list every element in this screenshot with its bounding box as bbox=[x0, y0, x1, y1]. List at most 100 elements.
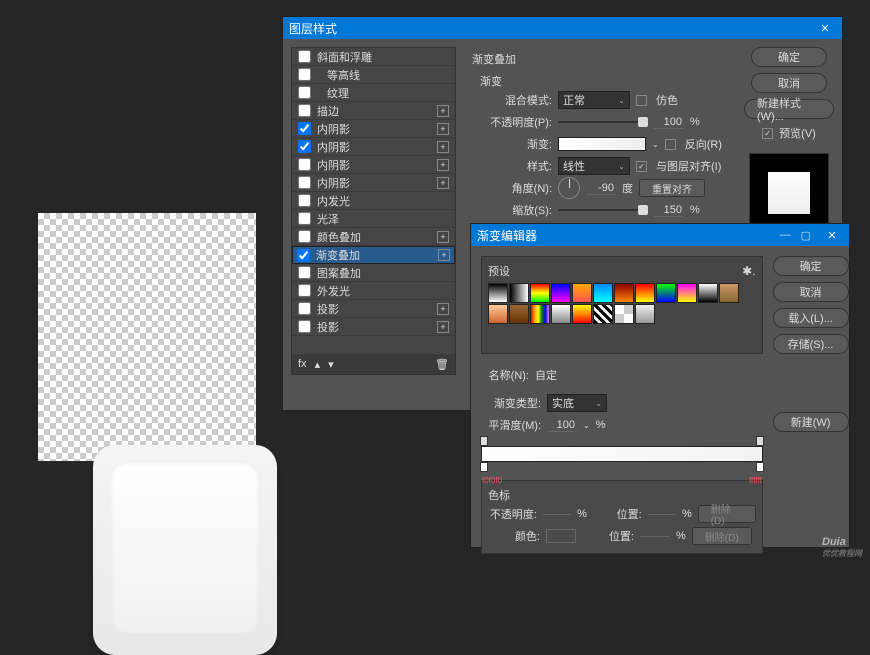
angle-dial[interactable] bbox=[558, 177, 580, 199]
preset-swatch[interactable] bbox=[530, 304, 550, 324]
effect-row[interactable]: 纹理 bbox=[292, 84, 455, 102]
cancel-button[interactable]: 取消 bbox=[751, 73, 827, 93]
preset-swatch[interactable] bbox=[530, 283, 550, 303]
effect-checkbox[interactable] bbox=[298, 158, 311, 171]
effect-row[interactable]: 内阴影+ bbox=[292, 138, 455, 156]
opacity-slider[interactable] bbox=[558, 115, 648, 129]
preset-swatch[interactable] bbox=[593, 283, 613, 303]
effect-row[interactable]: 内阴影+ bbox=[292, 120, 455, 138]
gradient-preview[interactable] bbox=[558, 137, 646, 151]
add-effect-icon[interactable]: + bbox=[437, 123, 449, 135]
effect-checkbox[interactable] bbox=[297, 249, 310, 262]
angle-value[interactable]: -90 bbox=[586, 182, 616, 195]
reverse-checkbox[interactable] bbox=[665, 139, 676, 150]
arrow-down-icon[interactable]: ▾ bbox=[328, 358, 334, 371]
scale-slider[interactable] bbox=[558, 203, 648, 217]
add-effect-icon[interactable]: + bbox=[437, 141, 449, 153]
preset-swatch[interactable] bbox=[572, 304, 592, 324]
effect-checkbox[interactable] bbox=[298, 86, 311, 99]
color-stop-right[interactable] bbox=[756, 462, 764, 472]
effect-row[interactable]: 投影+ bbox=[292, 300, 455, 318]
reset-align-button[interactable]: 重置对齐 bbox=[639, 179, 705, 197]
gradient-type-select[interactable]: 实底⌄ bbox=[547, 394, 607, 412]
opacity-value[interactable]: 100 bbox=[654, 116, 684, 129]
arrow-up-icon[interactable]: ▴ bbox=[315, 358, 321, 371]
effect-checkbox[interactable] bbox=[298, 266, 311, 279]
preset-swatch[interactable] bbox=[551, 283, 571, 303]
smoothness-value[interactable]: 100 bbox=[547, 419, 577, 432]
grad-cancel-button[interactable]: 取消 bbox=[773, 282, 849, 302]
load-button[interactable]: 载入(L)... bbox=[773, 308, 849, 328]
effect-row[interactable]: 内阴影+ bbox=[292, 156, 455, 174]
color-stop-left[interactable] bbox=[480, 462, 488, 472]
gradient-bar[interactable]: f0f0f0 ffffff bbox=[481, 446, 763, 462]
preset-swatch[interactable] bbox=[719, 283, 739, 303]
gradient-name[interactable]: 自定 bbox=[535, 367, 763, 383]
add-effect-icon[interactable]: + bbox=[438, 249, 450, 261]
effect-row[interactable]: 颜色叠加+ bbox=[292, 228, 455, 246]
effect-row[interactable]: 内阴影+ bbox=[292, 174, 455, 192]
maximize-icon[interactable]: ▢ bbox=[801, 229, 811, 242]
dither-checkbox[interactable] bbox=[636, 95, 647, 106]
grad-ok-button[interactable]: 确定 bbox=[773, 256, 849, 276]
add-effect-icon[interactable]: + bbox=[437, 177, 449, 189]
preview-checkbox[interactable]: ✓ bbox=[762, 128, 773, 139]
preset-swatch[interactable] bbox=[656, 283, 676, 303]
minimize-icon[interactable]: — bbox=[780, 229, 791, 241]
add-effect-icon[interactable]: + bbox=[437, 159, 449, 171]
style-select[interactable]: 线性⌄ bbox=[558, 157, 630, 175]
effect-row[interactable]: 渐变叠加+ bbox=[292, 246, 455, 264]
effect-checkbox[interactable] bbox=[298, 50, 311, 63]
preset-swatch[interactable] bbox=[614, 304, 634, 324]
effect-row[interactable]: 描边+ bbox=[292, 102, 455, 120]
effect-checkbox[interactable] bbox=[298, 68, 311, 81]
preset-swatch[interactable] bbox=[677, 283, 697, 303]
effect-checkbox[interactable] bbox=[298, 176, 311, 189]
opacity-stop-left[interactable] bbox=[480, 436, 488, 446]
preset-swatch[interactable] bbox=[635, 283, 655, 303]
effect-checkbox[interactable] bbox=[298, 212, 311, 225]
effect-checkbox[interactable] bbox=[298, 302, 311, 315]
ok-button[interactable]: 确定 bbox=[751, 47, 827, 67]
effect-row[interactable]: 光泽 bbox=[292, 210, 455, 228]
scale-value[interactable]: 150 bbox=[654, 204, 684, 217]
effect-checkbox[interactable] bbox=[298, 104, 311, 117]
effect-row[interactable]: 投影+ bbox=[292, 318, 455, 336]
effect-row[interactable]: 图案叠加 bbox=[292, 264, 455, 282]
preset-swatch[interactable] bbox=[488, 283, 508, 303]
effect-row[interactable]: 内发光 bbox=[292, 192, 455, 210]
preset-swatch[interactable] bbox=[572, 283, 592, 303]
effect-checkbox[interactable] bbox=[298, 284, 311, 297]
add-effect-icon[interactable]: + bbox=[437, 231, 449, 243]
save-button[interactable]: 存储(S)... bbox=[773, 334, 849, 354]
preset-swatch[interactable] bbox=[509, 283, 529, 303]
gear-icon[interactable]: ✱. bbox=[742, 264, 755, 278]
effect-row[interactable]: 等高线 bbox=[292, 66, 455, 84]
close-icon[interactable]: ✕ bbox=[814, 22, 836, 35]
grad-titlebar[interactable]: 渐变编辑器 — ▢ ✕ bbox=[471, 224, 849, 246]
preset-swatch[interactable] bbox=[593, 304, 613, 324]
new-style-button[interactable]: 新建样式(W)... bbox=[744, 99, 834, 119]
blend-mode-select[interactable]: 正常⌄ bbox=[558, 91, 630, 109]
opacity-stop-right[interactable] bbox=[756, 436, 764, 446]
effect-checkbox[interactable] bbox=[298, 140, 311, 153]
new-gradient-button[interactable]: 新建(W) bbox=[773, 412, 849, 432]
add-effect-icon[interactable]: + bbox=[437, 321, 449, 333]
trash-icon[interactable]: 🗑 bbox=[435, 358, 449, 371]
effect-checkbox[interactable] bbox=[298, 320, 311, 333]
preset-swatch[interactable] bbox=[488, 304, 508, 324]
preset-swatch[interactable] bbox=[551, 304, 571, 324]
effect-checkbox[interactable] bbox=[298, 230, 311, 243]
effect-checkbox[interactable] bbox=[298, 194, 311, 207]
titlebar[interactable]: 图层样式 ✕ bbox=[283, 17, 842, 39]
effect-row[interactable]: 斜面和浮雕 bbox=[292, 48, 455, 66]
align-checkbox[interactable]: ✓ bbox=[636, 161, 647, 172]
preset-swatch[interactable] bbox=[635, 304, 655, 324]
preset-swatch[interactable] bbox=[614, 283, 634, 303]
effect-checkbox[interactable] bbox=[298, 122, 311, 135]
preset-swatch[interactable] bbox=[509, 304, 529, 324]
add-effect-icon[interactable]: + bbox=[437, 303, 449, 315]
grad-close-icon[interactable]: ✕ bbox=[821, 229, 843, 242]
add-effect-icon[interactable]: + bbox=[437, 105, 449, 117]
effect-row[interactable]: 外发光 bbox=[292, 282, 455, 300]
